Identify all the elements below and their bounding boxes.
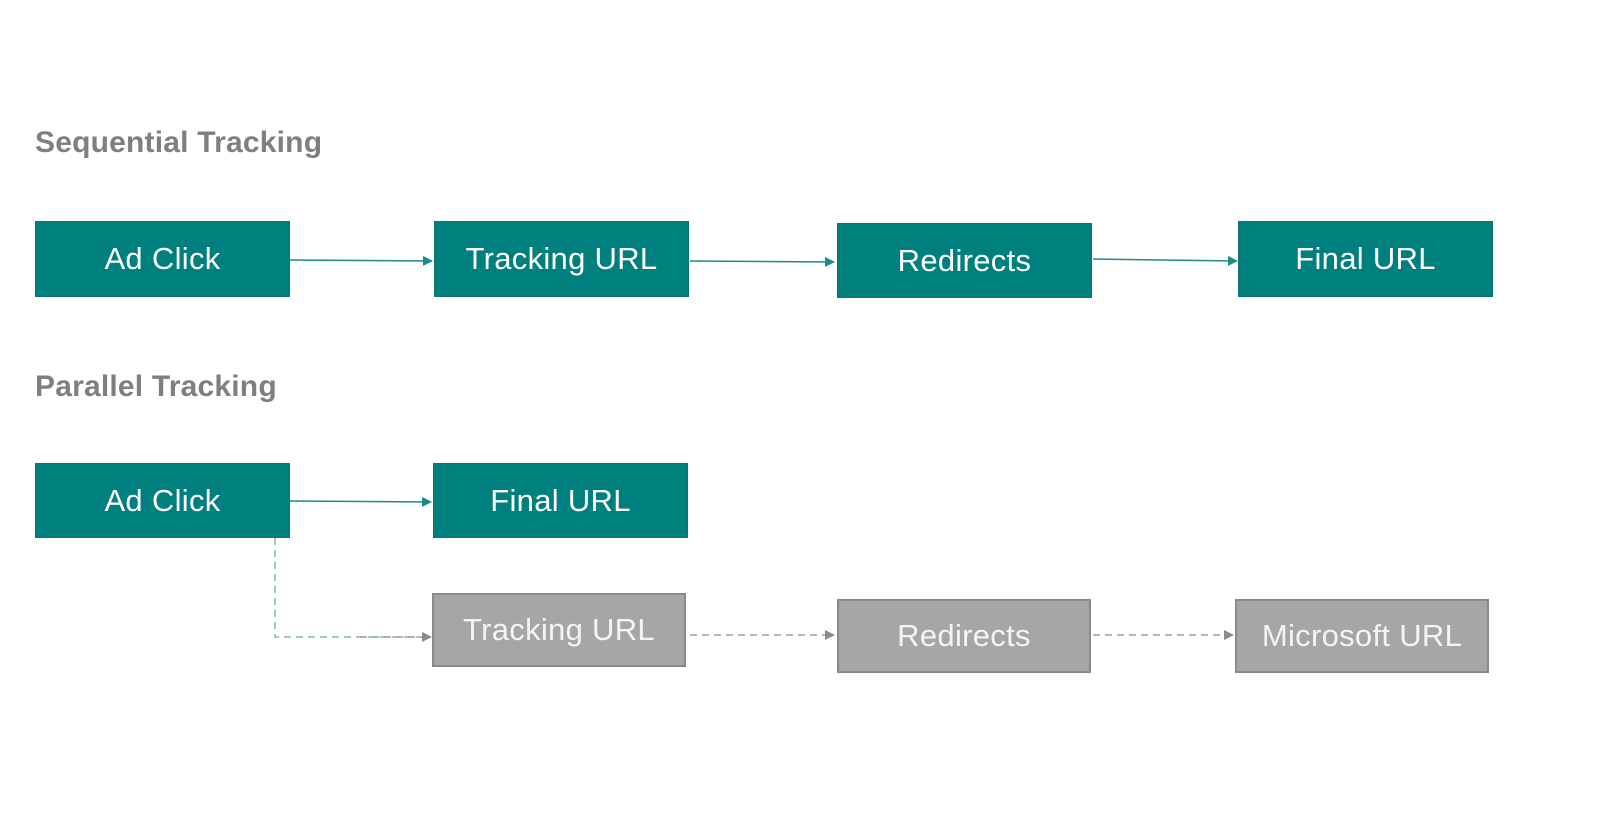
par-node-redirects: Redirects	[837, 599, 1091, 673]
node-label: Redirects	[897, 242, 1032, 278]
seq-node-redirects: Redirects	[837, 223, 1092, 298]
edge-par-adclick-tracking	[274, 538, 431, 638]
node-label: Redirects	[897, 618, 1031, 653]
edge-seq-tracking-redirects	[689, 256, 835, 267]
seq-node-final-url: Final URL	[1238, 221, 1493, 297]
seq-node-ad-click: Ad Click	[35, 221, 290, 297]
par-node-tracking-url: Tracking URL	[432, 593, 686, 667]
node-label: Ad Click	[104, 482, 221, 518]
connectors	[274, 255, 1238, 642]
edge-par-adclick-final	[289, 496, 432, 507]
node-label: Tracking URL	[463, 612, 655, 647]
seq-node-tracking-url: Tracking URL	[434, 221, 689, 297]
node-label: Final URL	[1295, 241, 1436, 276]
node-label: Microsoft URL	[1261, 618, 1463, 653]
par-node-ad-click: Ad Click	[35, 463, 290, 538]
node-label: Final URL	[490, 482, 631, 518]
edge-seq-redirects-final	[1092, 255, 1238, 266]
node-label: Ad Click	[104, 241, 221, 276]
node-label: Tracking URL	[465, 241, 658, 276]
par-node-microsoft-url: Microsoft URL	[1235, 599, 1489, 673]
edge-seq-adclick-tracking	[289, 255, 433, 266]
par-node-final-url: Final URL	[433, 463, 688, 538]
